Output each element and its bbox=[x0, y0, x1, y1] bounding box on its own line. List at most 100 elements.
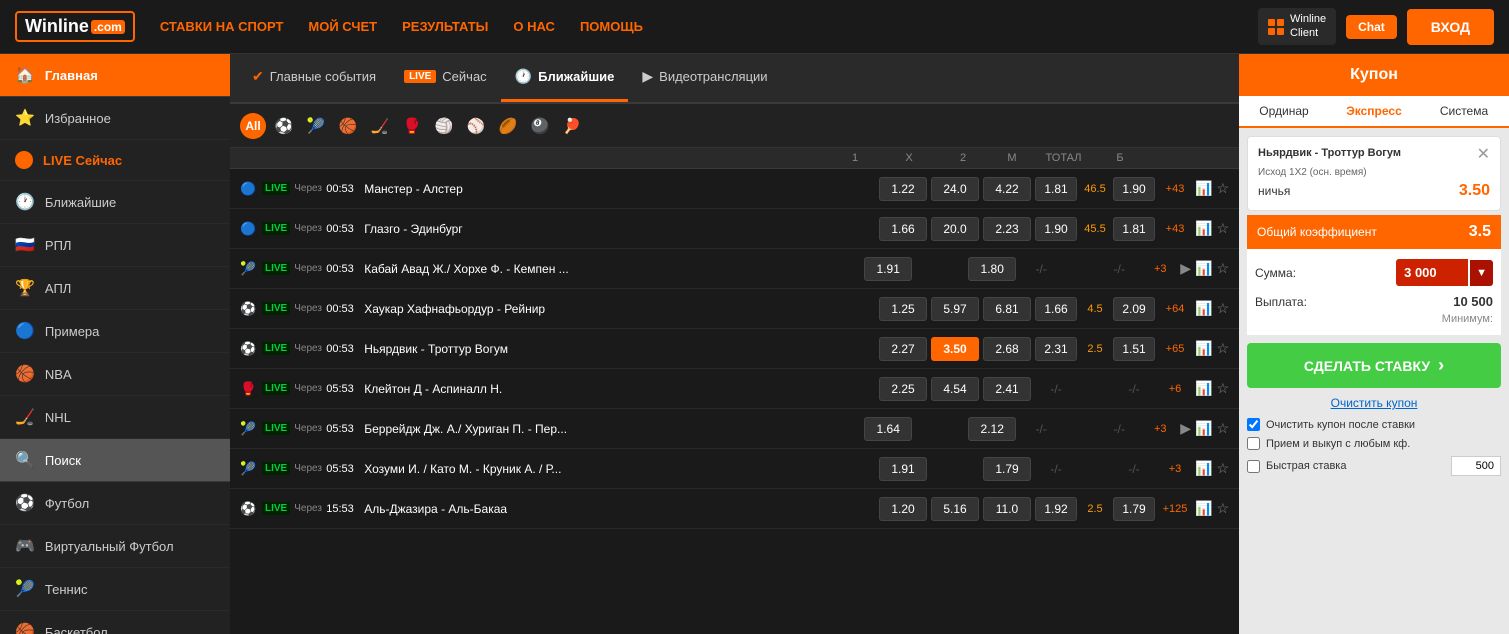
odd-btn-1[interactable]: 1.91 bbox=[879, 457, 927, 481]
chart-icon[interactable]: 📊 bbox=[1195, 180, 1212, 197]
tab-nearest[interactable]: 🕐 Ближайшие bbox=[501, 54, 629, 102]
sidebar-item-rpl[interactable]: 🇷🇺 РПЛ bbox=[0, 224, 230, 267]
odd-btn-1[interactable]: 2.27 bbox=[879, 337, 927, 361]
nav-account[interactable]: МОЙ СЧЕТ bbox=[308, 19, 377, 34]
odd-btn-1[interactable]: 2.25 bbox=[879, 377, 927, 401]
sport-btn-tennis[interactable]: 🎾 bbox=[302, 112, 330, 140]
nav-help[interactable]: ПОМОЩЬ bbox=[580, 19, 643, 34]
sidebar-item-basketball[interactable]: 🏀 Баскетбол bbox=[0, 611, 230, 634]
play-icon[interactable]: ▶ bbox=[1180, 420, 1191, 437]
chart-icon[interactable]: 📊 bbox=[1195, 260, 1212, 277]
tab-live-now[interactable]: LIVE Сейчас bbox=[390, 54, 501, 102]
odd-btn-m[interactable]: 2.31 bbox=[1035, 337, 1077, 361]
tab-video[interactable]: ▶ Видеотрансляции bbox=[628, 54, 781, 102]
sidebar-item-nearest[interactable]: 🕐 Ближайшие bbox=[0, 181, 230, 224]
logo[interactable]: Winline .com bbox=[15, 11, 135, 42]
clear-coupon-link[interactable]: Очистить купон bbox=[1239, 388, 1509, 418]
odd-btn-m[interactable]: 1.90 bbox=[1035, 217, 1077, 241]
sport-btn-pingpong[interactable]: 🏓 bbox=[558, 112, 586, 140]
odd-btn-x[interactable]: 5.16 bbox=[931, 497, 979, 521]
sidebar-item-live[interactable]: LIVE Сейчас bbox=[0, 140, 230, 181]
play-icon[interactable]: ▶ bbox=[1180, 260, 1191, 277]
coupon-tab-system[interactable]: Система bbox=[1419, 96, 1509, 126]
event-name[interactable]: Хозуми И. / Като М. - Круник А. / Р... bbox=[364, 462, 875, 476]
nav-bets[interactable]: СТАВКИ НА СПОРТ bbox=[160, 19, 284, 34]
event-name[interactable]: Хаукар Хафнафьордур - Рейнир bbox=[364, 302, 875, 316]
sidebar-item-football[interactable]: ⚽ Футбол bbox=[0, 482, 230, 525]
coupon-close-btn[interactable]: ✕ bbox=[1477, 147, 1490, 163]
odd-btn-x[interactable]: 24.0 bbox=[931, 177, 979, 201]
odd-btn-2[interactable]: 2.12 bbox=[968, 417, 1016, 441]
sport-btn-boxing[interactable]: 🥊 bbox=[398, 112, 426, 140]
odd-btn-2[interactable]: 2.68 bbox=[983, 337, 1031, 361]
odd-btn-2[interactable]: 2.23 bbox=[983, 217, 1031, 241]
chart-icon[interactable]: 📊 bbox=[1195, 500, 1212, 517]
chart-icon[interactable]: 📊 bbox=[1195, 220, 1212, 237]
odd-btn-b[interactable]: 2.09 bbox=[1113, 297, 1155, 321]
odd-btn-1[interactable]: 1.91 bbox=[864, 257, 912, 281]
event-name[interactable]: Манстер - Алстер bbox=[364, 182, 875, 196]
chart-icon[interactable]: 📊 bbox=[1195, 380, 1212, 397]
nav-results[interactable]: РЕЗУЛЬТАТЫ bbox=[402, 19, 488, 34]
extra-odds[interactable]: +6 bbox=[1159, 383, 1191, 395]
extra-odds[interactable]: +64 bbox=[1159, 303, 1191, 315]
odd-btn-2[interactable]: 1.80 bbox=[968, 257, 1016, 281]
odd-btn-m[interactable]: 1.66 bbox=[1035, 297, 1077, 321]
extra-odds[interactable]: +43 bbox=[1159, 223, 1191, 235]
coupon-sum-input[interactable] bbox=[1396, 259, 1468, 286]
odd-btn-1[interactable]: 1.66 bbox=[879, 217, 927, 241]
odd-btn-1[interactable]: 1.22 bbox=[879, 177, 927, 201]
make-bet-button[interactable]: СДЕЛАТЬ СТАВКУ › bbox=[1247, 343, 1501, 388]
coupon-option-clear-after[interactable]: Очистить купон после ставки bbox=[1247, 418, 1501, 431]
odd-btn-2[interactable]: 1.79 bbox=[983, 457, 1031, 481]
quick-bet-checkbox[interactable] bbox=[1247, 460, 1260, 473]
odd-btn-1[interactable]: 1.25 bbox=[879, 297, 927, 321]
coupon-dropdown-arrow[interactable]: ▼ bbox=[1470, 260, 1493, 286]
chart-icon[interactable]: 📊 bbox=[1195, 340, 1212, 357]
chart-icon[interactable]: 📊 bbox=[1195, 420, 1212, 437]
extra-odds[interactable]: +65 bbox=[1159, 343, 1191, 355]
odd-btn-x[interactable]: 20.0 bbox=[931, 217, 979, 241]
odd-btn-2[interactable]: 2.41 bbox=[983, 377, 1031, 401]
sidebar-item-tennis[interactable]: 🎾 Теннис bbox=[0, 568, 230, 611]
sidebar-item-nhl[interactable]: 🏒 NHL bbox=[0, 396, 230, 439]
odd-btn-b[interactable]: 1.81 bbox=[1113, 217, 1155, 241]
odd-btn-x-highlighted[interactable]: 3.50 bbox=[931, 337, 979, 361]
odd-btn-m[interactable]: 1.92 bbox=[1035, 497, 1077, 521]
sport-btn-baseball[interactable]: ⚾ bbox=[462, 112, 490, 140]
star-icon[interactable]: ☆ bbox=[1216, 300, 1229, 317]
extra-odds[interactable]: +43 bbox=[1159, 183, 1191, 195]
star-icon[interactable]: ☆ bbox=[1216, 420, 1229, 437]
odd-btn-b[interactable]: 1.79 bbox=[1113, 497, 1155, 521]
sidebar-item-search[interactable]: 🔍 Поиск bbox=[0, 439, 230, 482]
odd-btn-2[interactable]: 6.81 bbox=[983, 297, 1031, 321]
odd-btn-m[interactable]: 1.81 bbox=[1035, 177, 1077, 201]
odd-btn-b[interactable]: 1.51 bbox=[1113, 337, 1155, 361]
event-name[interactable]: Кабай Авад Ж./ Хорхе Ф. - Кемпен ... bbox=[364, 262, 860, 276]
chat-button[interactable]: Chat bbox=[1346, 15, 1397, 39]
sidebar-item-main[interactable]: 🏠 Главная bbox=[0, 54, 230, 97]
all-sports-btn[interactable]: All bbox=[240, 113, 266, 139]
winline-client-btn[interactable]: WinlineClient bbox=[1258, 8, 1336, 44]
chart-icon[interactable]: 📊 bbox=[1195, 300, 1212, 317]
login-button[interactable]: ВХОД bbox=[1407, 9, 1494, 45]
odd-btn-1[interactable]: 1.64 bbox=[864, 417, 912, 441]
sport-btn-billiards[interactable]: 🎱 bbox=[526, 112, 554, 140]
coupon-option-accept-buyout[interactable]: Прием и выкуп с любым кф. bbox=[1247, 437, 1501, 450]
clear-after-checkbox[interactable] bbox=[1247, 418, 1260, 431]
sidebar-item-nba[interactable]: 🏀 NBA bbox=[0, 353, 230, 396]
extra-odds[interactable]: +3 bbox=[1144, 423, 1176, 435]
sidebar-item-virtual-football[interactable]: 🎮 Виртуальный Футбол bbox=[0, 525, 230, 568]
star-icon[interactable]: ☆ bbox=[1216, 500, 1229, 517]
event-name[interactable]: Клейтон Д - Аспиналл Н. bbox=[364, 382, 875, 396]
sidebar-item-apl[interactable]: 🏆 АПЛ bbox=[0, 267, 230, 310]
event-name[interactable]: Ньярдвик - Троттур Вогум bbox=[364, 342, 875, 356]
odd-btn-2[interactable]: 11.0 bbox=[983, 497, 1031, 521]
sport-btn-basketball[interactable]: 🏀 bbox=[334, 112, 362, 140]
nav-about[interactable]: О НАС bbox=[513, 19, 555, 34]
extra-odds[interactable]: +3 bbox=[1144, 263, 1176, 275]
odd-btn-2[interactable]: 4.22 bbox=[983, 177, 1031, 201]
coupon-option-quick-bet[interactable]: Быстрая ставка bbox=[1247, 456, 1501, 476]
sport-btn-rugby[interactable]: 🏉 bbox=[494, 112, 522, 140]
star-icon[interactable]: ☆ bbox=[1216, 380, 1229, 397]
